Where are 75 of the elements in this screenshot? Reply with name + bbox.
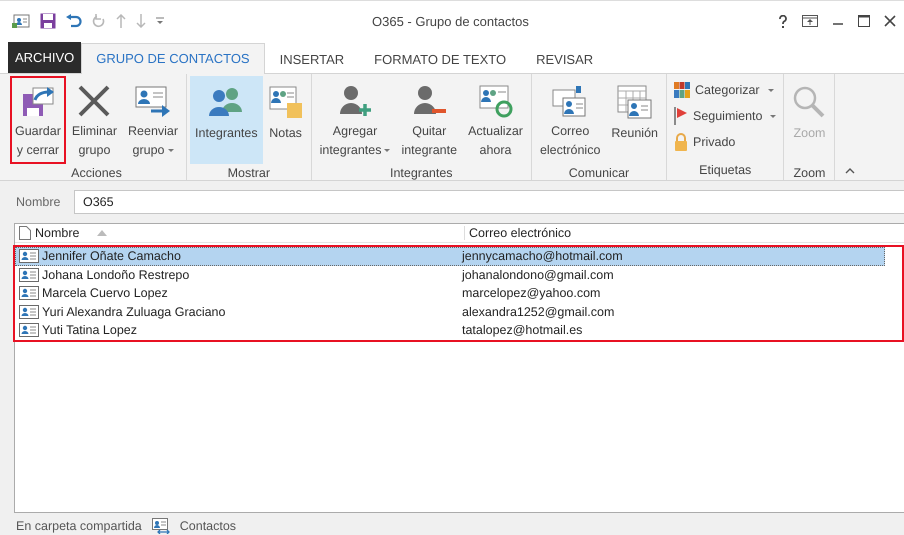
contact-card-arrow-icon xyxy=(135,84,172,118)
member-row[interactable]: Yuti Tatina Lopez tatalopez@hotmail.es xyxy=(15,321,885,340)
people-icon xyxy=(208,86,244,118)
contact-note-icon xyxy=(268,85,303,119)
contact-card-icon xyxy=(19,323,39,338)
group-label: Comunicar xyxy=(568,165,630,182)
ribbon-button[interactable]: Integrantes xyxy=(190,76,263,164)
ribbon-button[interactable]: Guardar y cerrar xyxy=(10,76,66,164)
group-label: Integrantes xyxy=(389,165,454,182)
shared-contacts-icon xyxy=(152,518,170,534)
member-name: Jennifer Oñate Camacho xyxy=(42,249,181,264)
customize-icon[interactable] xyxy=(156,17,164,25)
ribbon-button[interactable]: Seguimiento xyxy=(674,105,776,127)
ribbon-button[interactable]: Agregar integrantes xyxy=(314,76,396,164)
ribbon-button[interactable]: Quitar integrante xyxy=(396,76,462,164)
member-email: tatalopez@hotmail.es xyxy=(462,323,582,338)
save-icon[interactable] xyxy=(40,13,56,29)
magnifier-icon xyxy=(792,85,826,119)
refresh-contacts-icon xyxy=(478,84,512,118)
group-label: Etiquetas xyxy=(698,162,752,179)
help-icon[interactable] xyxy=(778,14,788,28)
file-tab[interactable]: ARCHIVO xyxy=(8,42,82,73)
ribbon-button[interactable]: Categorizar xyxy=(674,79,776,101)
color-grid-icon xyxy=(674,82,690,98)
member-email: johanalondono@gmail.com xyxy=(462,268,614,282)
window-title: O365 - Grupo de contactos xyxy=(372,14,530,28)
member-name: Yuti Tatina Lopez xyxy=(42,323,137,338)
member-email: jennycamacho@hotmail.com xyxy=(462,249,623,264)
group-label: Mostrar xyxy=(226,165,271,182)
ribbon-tab[interactable]: REVISAR xyxy=(521,44,608,74)
member-email: alexandra1252@gmail.com xyxy=(462,304,614,319)
ribbon-button[interactable]: Privado xyxy=(674,131,776,153)
ribbon-tab[interactable]: INSERTAR xyxy=(264,44,360,74)
member-row[interactable]: Johana Londoño Restrepo johanalondono@gmail.com xyxy=(15,266,885,284)
column-header[interactable]: Correo electrónico xyxy=(464,226,572,240)
status-text: En carpeta compartida xyxy=(16,519,142,533)
ribbon-display-icon[interactable] xyxy=(802,15,818,27)
member-email: marcelopez@yahoo.com xyxy=(462,286,600,300)
field-label: Nombre xyxy=(16,195,60,209)
floppy-disk-icon xyxy=(20,84,55,118)
flag-icon xyxy=(674,107,688,125)
person-add-icon xyxy=(338,84,372,118)
ribbon-button[interactable]: Reunión xyxy=(606,76,663,164)
group-label: Zoom xyxy=(792,165,826,182)
member-name: Marcela Cuervo Lopez xyxy=(42,286,168,300)
member-name: Yuri Alexandra Zuluaga Graciano xyxy=(42,304,226,319)
contact-card-icon xyxy=(19,249,39,264)
group-label: Acciones xyxy=(70,165,123,182)
ribbon-button[interactable]: Eliminar grupo xyxy=(66,76,122,164)
ribbon-tab[interactable]: FORMATO DE TEXTO xyxy=(359,44,522,74)
calendar-contact-icon xyxy=(616,85,653,119)
member-row[interactable]: Marcela Cuervo Lopez marcelopez@yahoo.com xyxy=(15,284,885,302)
folder-name: Contactos xyxy=(180,519,236,533)
member-row[interactable]: Yuri Alexandra Zuluaga Graciano alexandra1252@gmail.com xyxy=(15,302,885,321)
ribbon-button[interactable]: Notas xyxy=(264,76,308,164)
name-field[interactable]: O365 xyxy=(74,190,904,214)
contact-card-icon xyxy=(552,84,588,118)
undo-icon[interactable] xyxy=(66,14,82,28)
ribbon-tab[interactable]: GRUPO DE CONTACTOS xyxy=(81,43,265,74)
member-name: Johana Londoño Restrepo xyxy=(42,268,190,282)
collapse-ribbon-icon[interactable] xyxy=(845,168,856,174)
padlock-icon xyxy=(674,133,688,151)
contact-card-icon xyxy=(19,304,39,319)
maximize-icon[interactable] xyxy=(858,15,870,27)
column-header[interactable]: Nombre xyxy=(15,226,464,240)
member-row[interactable]: Jennifer Oñate Camacho jennycamacho@hotmail.com xyxy=(15,247,885,266)
ribbon-button[interactable]: Reenviar grupo xyxy=(123,76,184,164)
x-icon xyxy=(77,84,112,118)
ribbon-button[interactable]: Actualizar ahora xyxy=(463,76,528,164)
ribbon-button[interactable]: Correo electrónico xyxy=(534,76,606,164)
contact-card-icon[interactable] xyxy=(12,13,30,29)
document-icon xyxy=(19,226,31,240)
contact-card-icon xyxy=(19,268,39,282)
contact-card-icon xyxy=(19,286,39,300)
close-icon[interactable] xyxy=(884,15,896,27)
